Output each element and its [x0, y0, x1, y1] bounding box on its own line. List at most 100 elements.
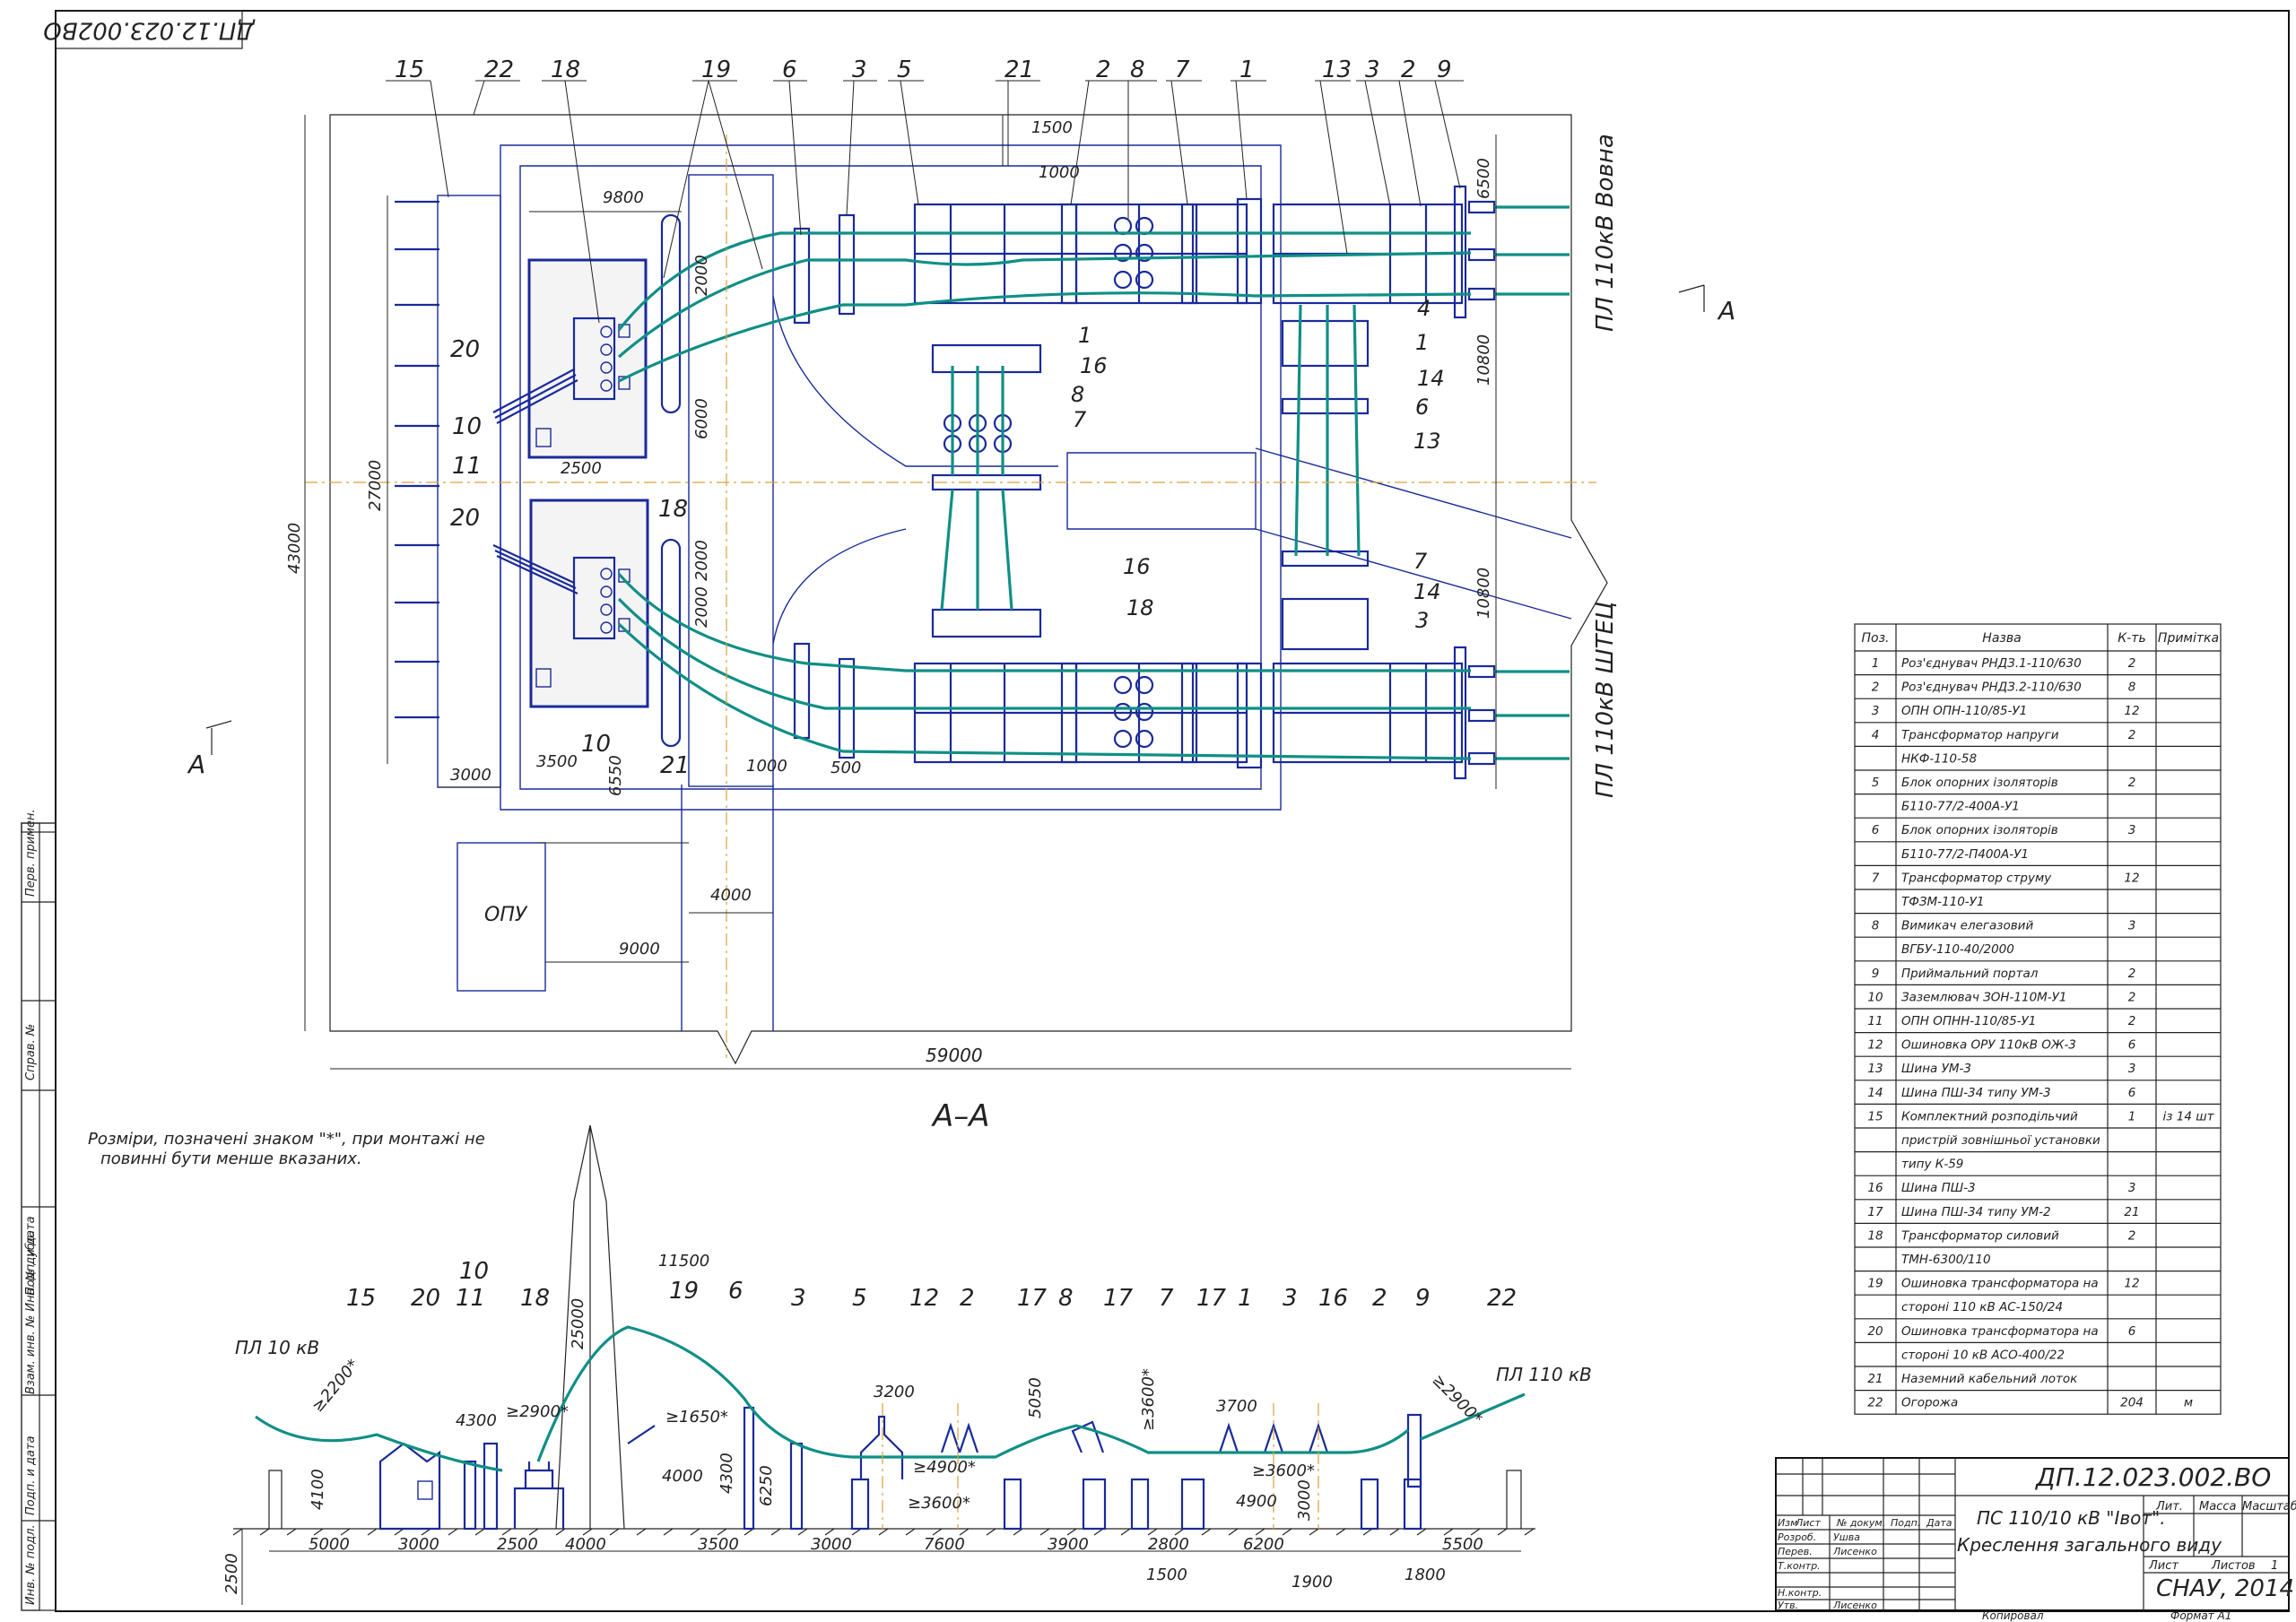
section-marker-left: А [187, 720, 232, 779]
svg-text:Н.контр.: Н.контр. [1778, 1587, 1822, 1599]
side-stamp-6: Инв. № подл. [24, 1524, 38, 1605]
svg-text:Розроб.: Розроб. [1778, 1531, 1816, 1543]
table-cell: м [2184, 1396, 2193, 1410]
table-cell: 3 [2128, 823, 2136, 837]
opn-3-top [838, 213, 856, 316]
transformer-pad-bottom [529, 499, 649, 708]
specification-table: Поз. Назва К-ть Примітка 1 Роз'єднувач РНДЗ.1… [1854, 623, 2222, 1415]
svg-text:1500: 1500 [1146, 1566, 1187, 1584]
dim-500: 500 [831, 759, 861, 777]
svg-text:20: 20 [450, 505, 480, 532]
table-cell: Шина ПШ-3 [1901, 1181, 1976, 1195]
svg-text:17: 17 [1017, 1285, 1048, 1312]
table-cell: 6 [1872, 823, 1880, 837]
table-cell: 2 [2128, 656, 2136, 671]
svg-text:1: 1 [1078, 323, 1091, 348]
svg-text:2: 2 [1096, 56, 1111, 83]
table-cell: Трансформатор напруги [1901, 728, 2059, 742]
svg-text:≥1650*: ≥1650* [665, 1408, 728, 1427]
svg-text:4: 4 [1417, 296, 1431, 321]
side-stamp: Перв. примен. Справ. № Подп. и дата Взам… [21, 809, 57, 1611]
table-cell: 9 [1872, 967, 1880, 981]
cable-channel [681, 785, 774, 1031]
table-header: Назва [1982, 631, 2021, 646]
table-header: К-ть [2118, 631, 2145, 646]
svg-text:А: А [187, 750, 205, 779]
svg-text:6: 6 [728, 1278, 744, 1305]
svg-text:7600: 7600 [924, 1535, 965, 1554]
svg-text:11: 11 [452, 453, 482, 480]
svg-text:Т.контр.: Т.контр. [1778, 1560, 1821, 1572]
table-cell: 2 [2128, 1228, 2136, 1243]
section-left-line: ПЛ 10 кВ [235, 1337, 319, 1358]
table-cell: ТМН-6300/110 [1901, 1253, 1991, 1267]
table-cell: Ошиновка трансформатора на [1901, 1324, 2099, 1339]
svg-text:18: 18 [1126, 595, 1154, 620]
table-cell: Роз'єднувач РНДЗ.1-110/630 [1901, 656, 2082, 671]
stamp-mass: Масса [2199, 1500, 2236, 1514]
section-callout-labels: 15 20 11 10 18 19 6 3 5 12 2 17 8 17 7 1… [346, 1258, 1517, 1312]
svg-text:11: 11 [456, 1285, 485, 1312]
table-cell: 21 [1867, 1372, 1883, 1386]
road-curve-top [772, 295, 1058, 467]
table-cell: 6 [2128, 1086, 2136, 1100]
svg-text:Лисенко: Лисенко [1832, 1600, 1877, 1611]
svg-text:15: 15 [395, 56, 424, 83]
svg-text:7: 7 [1159, 1285, 1174, 1312]
stamp-lit: Лит. [2155, 1500, 2183, 1514]
insulator-block-6-top [793, 227, 811, 325]
table-cell: 11 [1867, 1014, 1883, 1028]
table-cell: 3 [2128, 919, 2136, 933]
svg-text:15: 15 [346, 1285, 376, 1312]
svg-text:19: 19 [701, 56, 731, 83]
table-cell: Трансформатор струму [1901, 871, 2052, 885]
table-cell: Блок опорних ізоляторів [1901, 776, 2058, 790]
kru-feeders [395, 200, 439, 719]
section-view [232, 1124, 1535, 1605]
table-cell: стороні 110 кВ АС-150/24 [1901, 1300, 2063, 1314]
dim-2500: 2500 [561, 459, 602, 478]
table-header: Примітка [2158, 631, 2219, 646]
plan-view: ОПУ 9800 1500 1000 2000 6000 2000 2000 2… [187, 56, 1735, 1070]
rotated-code-box: ДП.12.023.002ВО [43, 10, 256, 49]
breakers-top [1060, 197, 1263, 305]
opu-label: ОПУ [484, 904, 528, 926]
side-stamp-4: Взам. инв. № Инв. № дубл. [24, 1232, 38, 1394]
table-cell: типу К-59 [1901, 1158, 1963, 1172]
road-curve-bottom [772, 528, 907, 645]
section-title: А–А [931, 1098, 990, 1134]
svg-text:Ушва: Ушва [1833, 1531, 1860, 1543]
table-cell: Б110-77/2-400А-У1 [1901, 800, 2020, 814]
table-cell: 2 [2128, 990, 2136, 1004]
note-line-2: повинні бути менше вказаних. [100, 1149, 362, 1168]
dim-4000: 4000 [710, 886, 752, 905]
lightning-mast [555, 1124, 625, 1530]
svg-text:20: 20 [450, 336, 480, 363]
table-cell: Ошиновка ОРУ 110кВ ОЖ-3 [1901, 1038, 2076, 1053]
table-cell: 2 [2128, 1014, 2136, 1028]
svg-text:≥4900*: ≥4900* [913, 1458, 976, 1477]
dim-9800: 9800 [603, 188, 644, 207]
stamp-copied: Копировал [1982, 1609, 2044, 1622]
table-cell: Роз'єднувач РНДЗ.2-110/630 [1901, 681, 2082, 695]
dim-1000-bottom: 1000 [746, 757, 787, 776]
section-dims-bottom: 5000 3000 2500 4000 3500 3000 7600 3900 … [309, 1535, 1483, 1592]
svg-text:5500: 5500 [1442, 1535, 1483, 1554]
table-cell: 3 [1872, 704, 1880, 718]
svg-text:7: 7 [1073, 407, 1087, 432]
table-cell: 17 [1867, 1205, 1883, 1219]
line-label-bottom: ПЛ 110кВ ШТЕЦ [1592, 602, 1619, 798]
svg-text:4300: 4300 [718, 1453, 736, 1494]
breakers-bottom [1060, 662, 1263, 769]
table-cell: 22 [1867, 1396, 1883, 1410]
svg-text:≥2900*: ≥2900* [506, 1402, 569, 1421]
table-cell: 1 [2128, 1109, 2136, 1123]
mast-arm [627, 1425, 656, 1444]
dim-10800-b: 10800 [1474, 568, 1493, 619]
svg-text:6: 6 [782, 56, 797, 83]
table-cell: Приймальний портал [1901, 967, 2039, 981]
table-cell: ОПН ОПН-110/85-У1 [1901, 704, 2027, 718]
svg-text:16: 16 [1123, 554, 1151, 579]
table-cell: 2 [2128, 776, 2136, 790]
table-cell: 8 [1872, 919, 1880, 933]
